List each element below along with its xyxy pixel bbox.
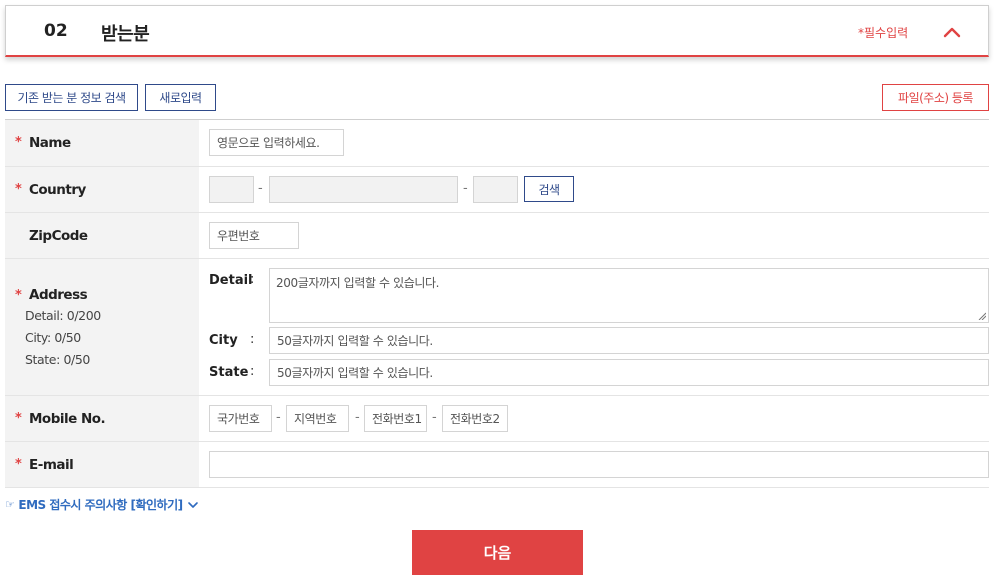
- state-counter: State: 0/50: [25, 352, 90, 367]
- email-row: * E-mail: [5, 442, 989, 488]
- name-row: * Name 영문으로 입력하세요.: [5, 120, 989, 167]
- required-star: *: [15, 411, 22, 426]
- country-label: Country: [29, 182, 86, 198]
- mobile-label: Mobile No.: [29, 411, 106, 427]
- ems-notice-text: EMS 접수시 주의사항 [확인하기]: [18, 498, 183, 512]
- resize-grip-icon[interactable]: [978, 312, 986, 320]
- pointing-hand-icon: ☞: [5, 498, 15, 511]
- section-header: 02 받는분 *필수입력: [5, 5, 989, 57]
- zipcode-input[interactable]: 우편번호: [209, 222, 299, 249]
- email-input[interactable]: [209, 451, 989, 478]
- area-code-input[interactable]: 지역번호: [286, 405, 349, 432]
- detail-textarea[interactable]: 200글자까지 입력할 수 있습니다.: [269, 268, 989, 323]
- city-label: City: [209, 333, 238, 348]
- country-search-button[interactable]: 검색: [524, 176, 574, 202]
- address-label: Address: [29, 287, 88, 303]
- state-input[interactable]: 50글자까지 입력할 수 있습니다.: [269, 359, 989, 386]
- name-label: Name: [29, 135, 71, 151]
- required-star: *: [15, 182, 22, 197]
- country-field-1[interactable]: [209, 176, 254, 203]
- zipcode-row: ZipCode 우편번호: [5, 213, 989, 259]
- country-row: * Country - - 검색: [5, 167, 989, 213]
- phone1-input[interactable]: 전화번호1: [364, 405, 427, 432]
- next-button[interactable]: 다음: [412, 530, 583, 575]
- step-number: 02: [44, 21, 68, 41]
- new-entry-button[interactable]: 새로입력: [145, 84, 216, 111]
- ems-notice-link[interactable]: ☞ EMS 접수시 주의사항 [확인하기]: [5, 496, 199, 513]
- mobile-row: * Mobile No. 국가번호 - 지역번호 - 전화번호1 - 전화번호2: [5, 396, 989, 442]
- required-star: *: [15, 457, 22, 472]
- search-existing-button[interactable]: 기존 받는 분 정보 검색: [5, 84, 138, 111]
- section-title: 받는분: [101, 24, 150, 45]
- country-code-input[interactable]: 국가번호: [209, 405, 272, 432]
- chevron-up-icon[interactable]: [941, 21, 963, 43]
- city-counter: City: 0/50: [25, 330, 81, 345]
- name-input[interactable]: 영문으로 입력하세요.: [209, 129, 344, 156]
- required-note: *필수입력: [858, 26, 909, 40]
- zipcode-label: ZipCode: [29, 228, 88, 244]
- city-input[interactable]: 50글자까지 입력할 수 있습니다.: [269, 327, 989, 354]
- required-star: *: [15, 288, 22, 303]
- required-star: *: [15, 135, 22, 150]
- recipient-form: * Name 영문으로 입력하세요. * Country - - 검색 ZipC…: [5, 119, 989, 488]
- phone2-input[interactable]: 전화번호2: [442, 405, 508, 432]
- state-label: State: [209, 365, 249, 380]
- detail-label: Detail: [209, 273, 253, 288]
- address-row: * Address Detail: 0/200 City: 0/50 State…: [5, 259, 989, 396]
- country-field-2[interactable]: [269, 176, 458, 203]
- country-field-3[interactable]: [473, 176, 518, 203]
- detail-counter: Detail: 0/200: [25, 308, 101, 323]
- email-label: E-mail: [29, 457, 74, 473]
- chevron-down-icon: [187, 501, 198, 508]
- file-register-button[interactable]: 파일(주소) 등록: [882, 84, 989, 111]
